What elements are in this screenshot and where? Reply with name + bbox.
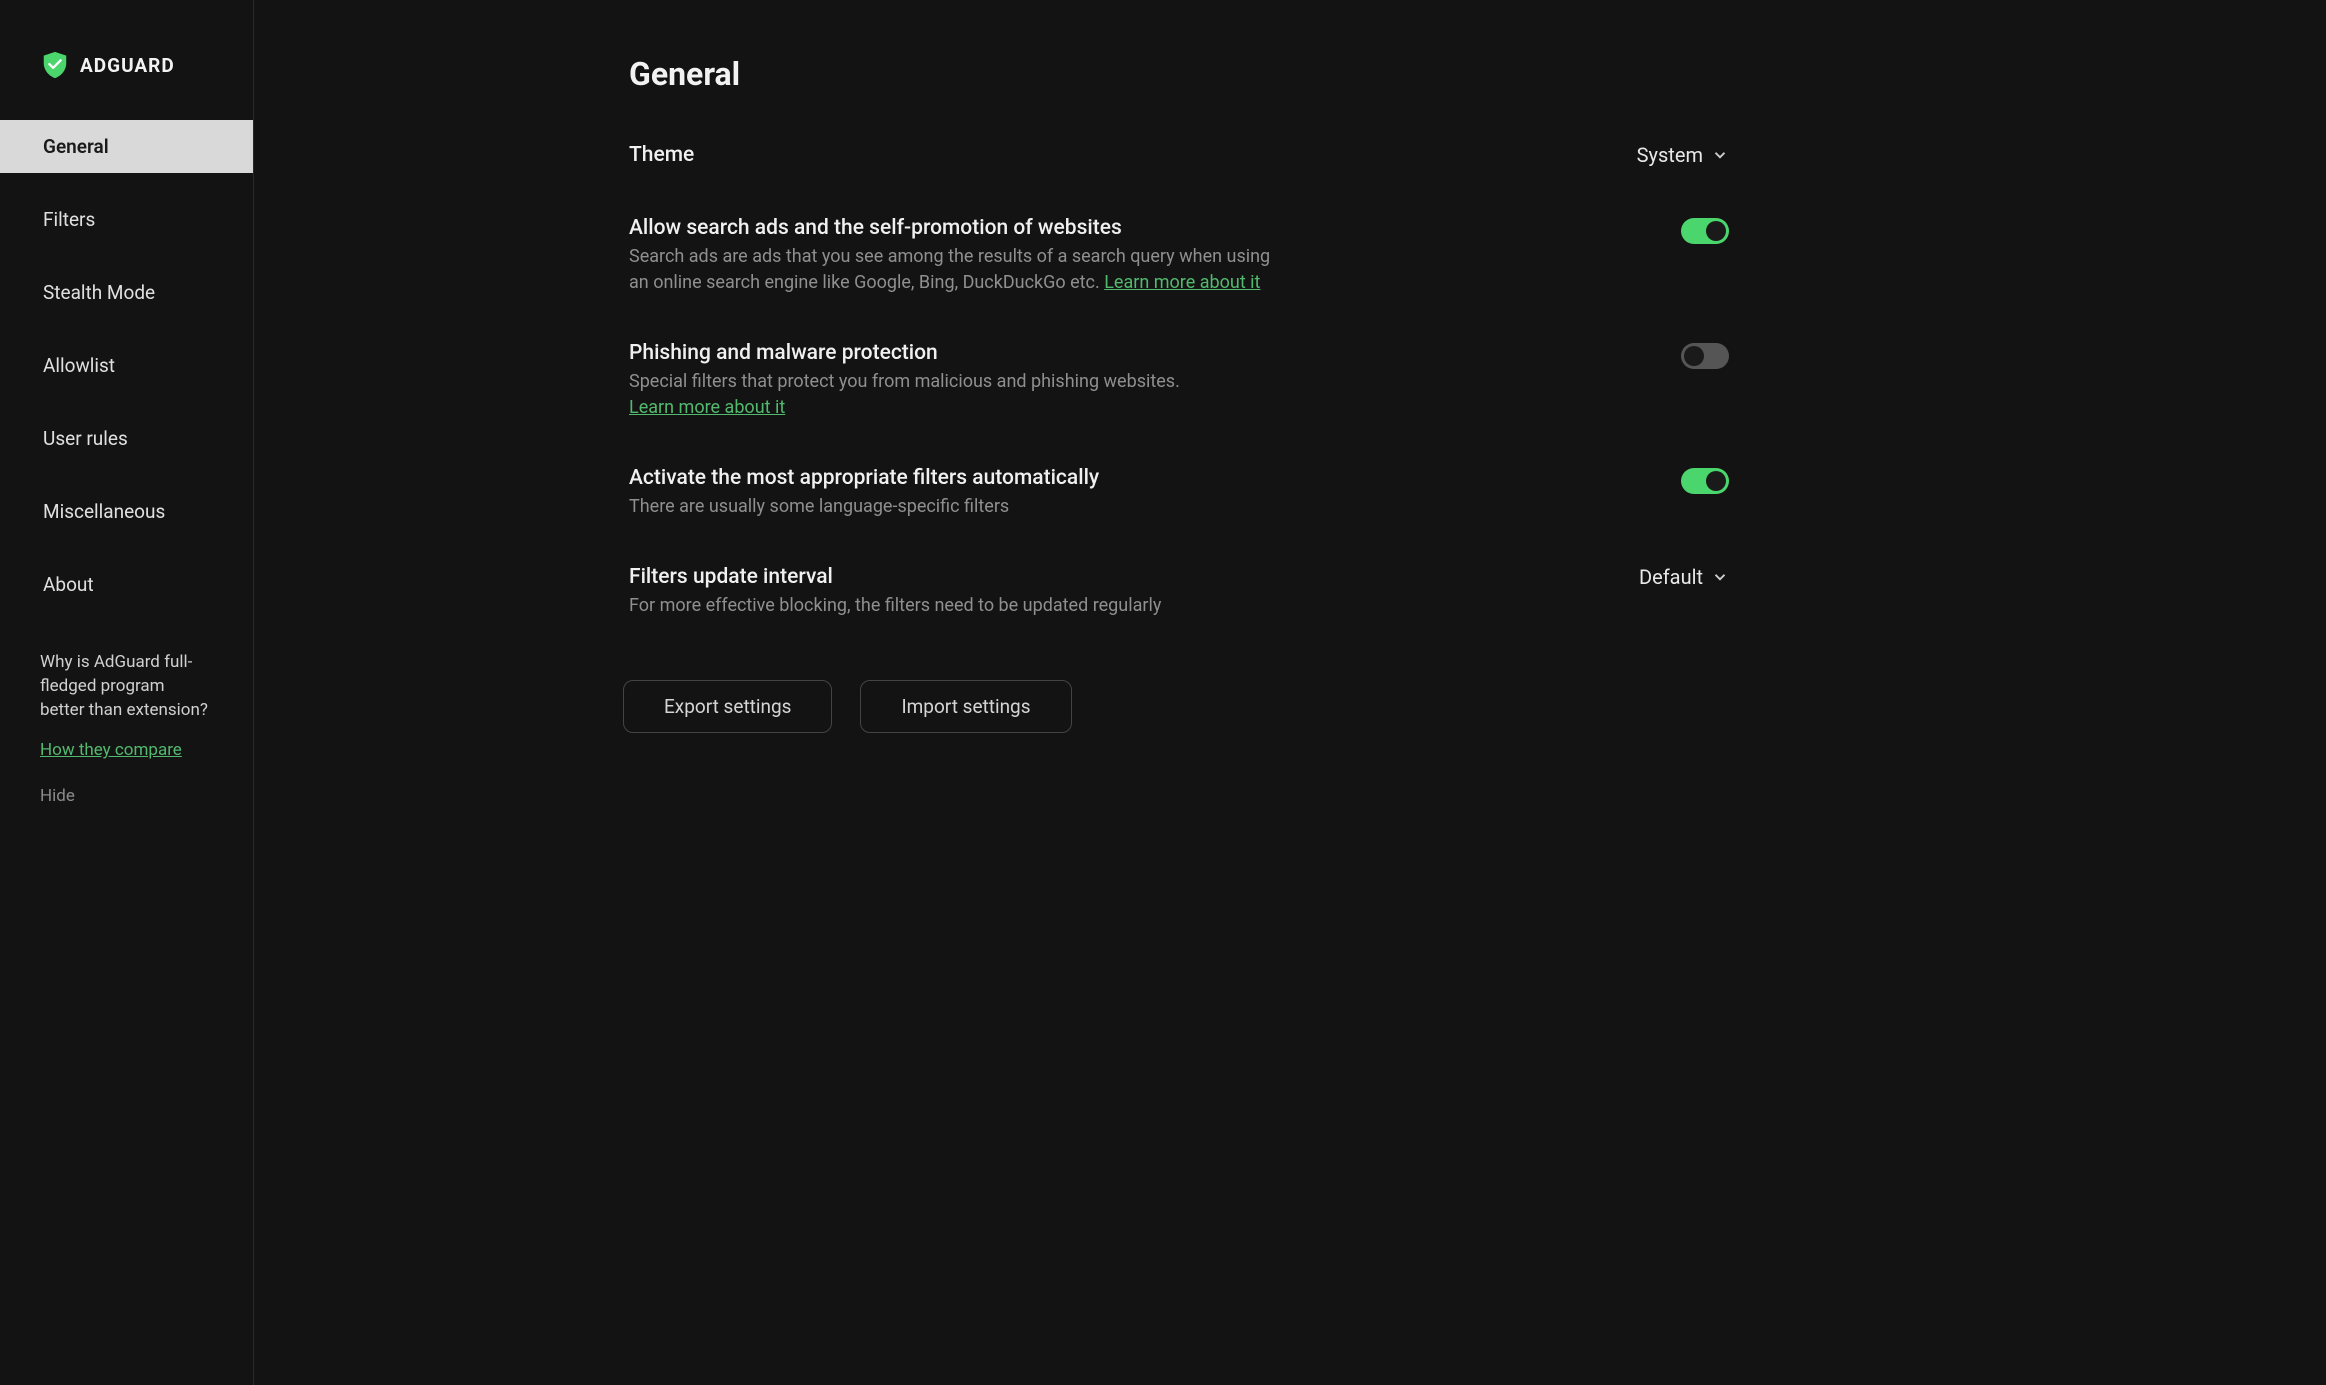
phishing-title: Phishing and malware protection — [629, 341, 1279, 365]
phishing-toggle[interactable] — [1681, 343, 1729, 369]
toggle-knob — [1706, 221, 1726, 241]
setting-theme: Theme System — [629, 143, 1729, 171]
search-ads-title: Allow search ads and the self-promotion … — [629, 216, 1279, 240]
sidebar-item-user-rules[interactable]: User rules — [0, 412, 253, 465]
app-logo: ADGUARD — [0, 30, 253, 120]
sidebar-item-about[interactable]: About — [0, 558, 253, 611]
auto-filters-desc: There are usually some language-specific… — [629, 494, 1279, 520]
export-settings-button[interactable]: Export settings — [623, 680, 832, 733]
main-content: General Theme System Allow search ads an… — [254, 0, 2326, 1385]
update-interval-desc: For more effective blocking, the filters… — [629, 593, 1279, 619]
sidebar-item-label: General — [43, 135, 109, 158]
sidebar-item-general[interactable]: General — [0, 120, 253, 173]
settings-button-row: Export settings Import settings — [623, 680, 1729, 733]
sidebar-item-stealth-mode[interactable]: Stealth Mode — [0, 266, 253, 319]
update-interval-select[interactable]: Default — [1639, 565, 1729, 589]
sidebar-item-allowlist[interactable]: Allowlist — [0, 339, 253, 392]
sidebar-item-label: About — [43, 573, 94, 596]
shield-check-icon — [40, 50, 70, 80]
import-settings-button[interactable]: Import settings — [860, 680, 1071, 733]
toggle-knob — [1706, 471, 1726, 491]
sidebar-item-filters[interactable]: Filters — [0, 193, 253, 246]
sidebar-nav: General Filters Stealth Mode Allowlist U… — [0, 120, 253, 611]
sidebar-promo-text: Why is AdGuard full-fledged program bett… — [0, 641, 253, 722]
toggle-knob — [1684, 346, 1704, 366]
theme-select-value: System — [1637, 143, 1703, 167]
setting-update-interval: Filters update interval For more effecti… — [629, 565, 1729, 619]
sidebar-item-label: Miscellaneous — [43, 500, 165, 523]
setting-theme-label: Theme — [629, 143, 1279, 167]
setting-search-ads: Allow search ads and the self-promotion … — [629, 216, 1729, 296]
phishing-desc: Special filters that protect you from ma… — [629, 369, 1279, 421]
update-interval-value: Default — [1639, 565, 1703, 589]
sidebar-item-miscellaneous[interactable]: Miscellaneous — [0, 485, 253, 538]
search-ads-toggle[interactable] — [1681, 218, 1729, 244]
sidebar-item-label: Allowlist — [43, 354, 115, 377]
search-ads-learn-more-link[interactable]: Learn more about it — [1104, 272, 1260, 293]
auto-filters-title: Activate the most appropriate filters au… — [629, 466, 1279, 490]
sidebar-item-label: Filters — [43, 208, 95, 231]
page-title: General — [629, 55, 1729, 93]
phishing-desc-text: Special filters that protect you from ma… — [629, 371, 1180, 392]
chevron-down-icon — [1711, 568, 1729, 586]
sidebar-compare-link[interactable]: How they compare — [0, 722, 253, 768]
auto-filters-toggle[interactable] — [1681, 468, 1729, 494]
update-interval-title: Filters update interval — [629, 565, 1279, 589]
sidebar-item-label: User rules — [43, 427, 128, 450]
sidebar-item-label: Stealth Mode — [43, 281, 155, 304]
setting-phishing: Phishing and malware protection Special … — [629, 341, 1729, 421]
sidebar-hide-button[interactable]: Hide — [0, 768, 253, 824]
sidebar: ADGUARD General Filters Stealth Mode All… — [0, 0, 254, 1385]
app-name: ADGUARD — [80, 54, 175, 77]
search-ads-desc: Search ads are ads that you see among th… — [629, 244, 1279, 296]
phishing-learn-more-link[interactable]: Learn more about it — [629, 397, 785, 418]
setting-auto-filters: Activate the most appropriate filters au… — [629, 466, 1729, 520]
chevron-down-icon — [1711, 146, 1729, 164]
theme-select[interactable]: System — [1637, 143, 1729, 167]
